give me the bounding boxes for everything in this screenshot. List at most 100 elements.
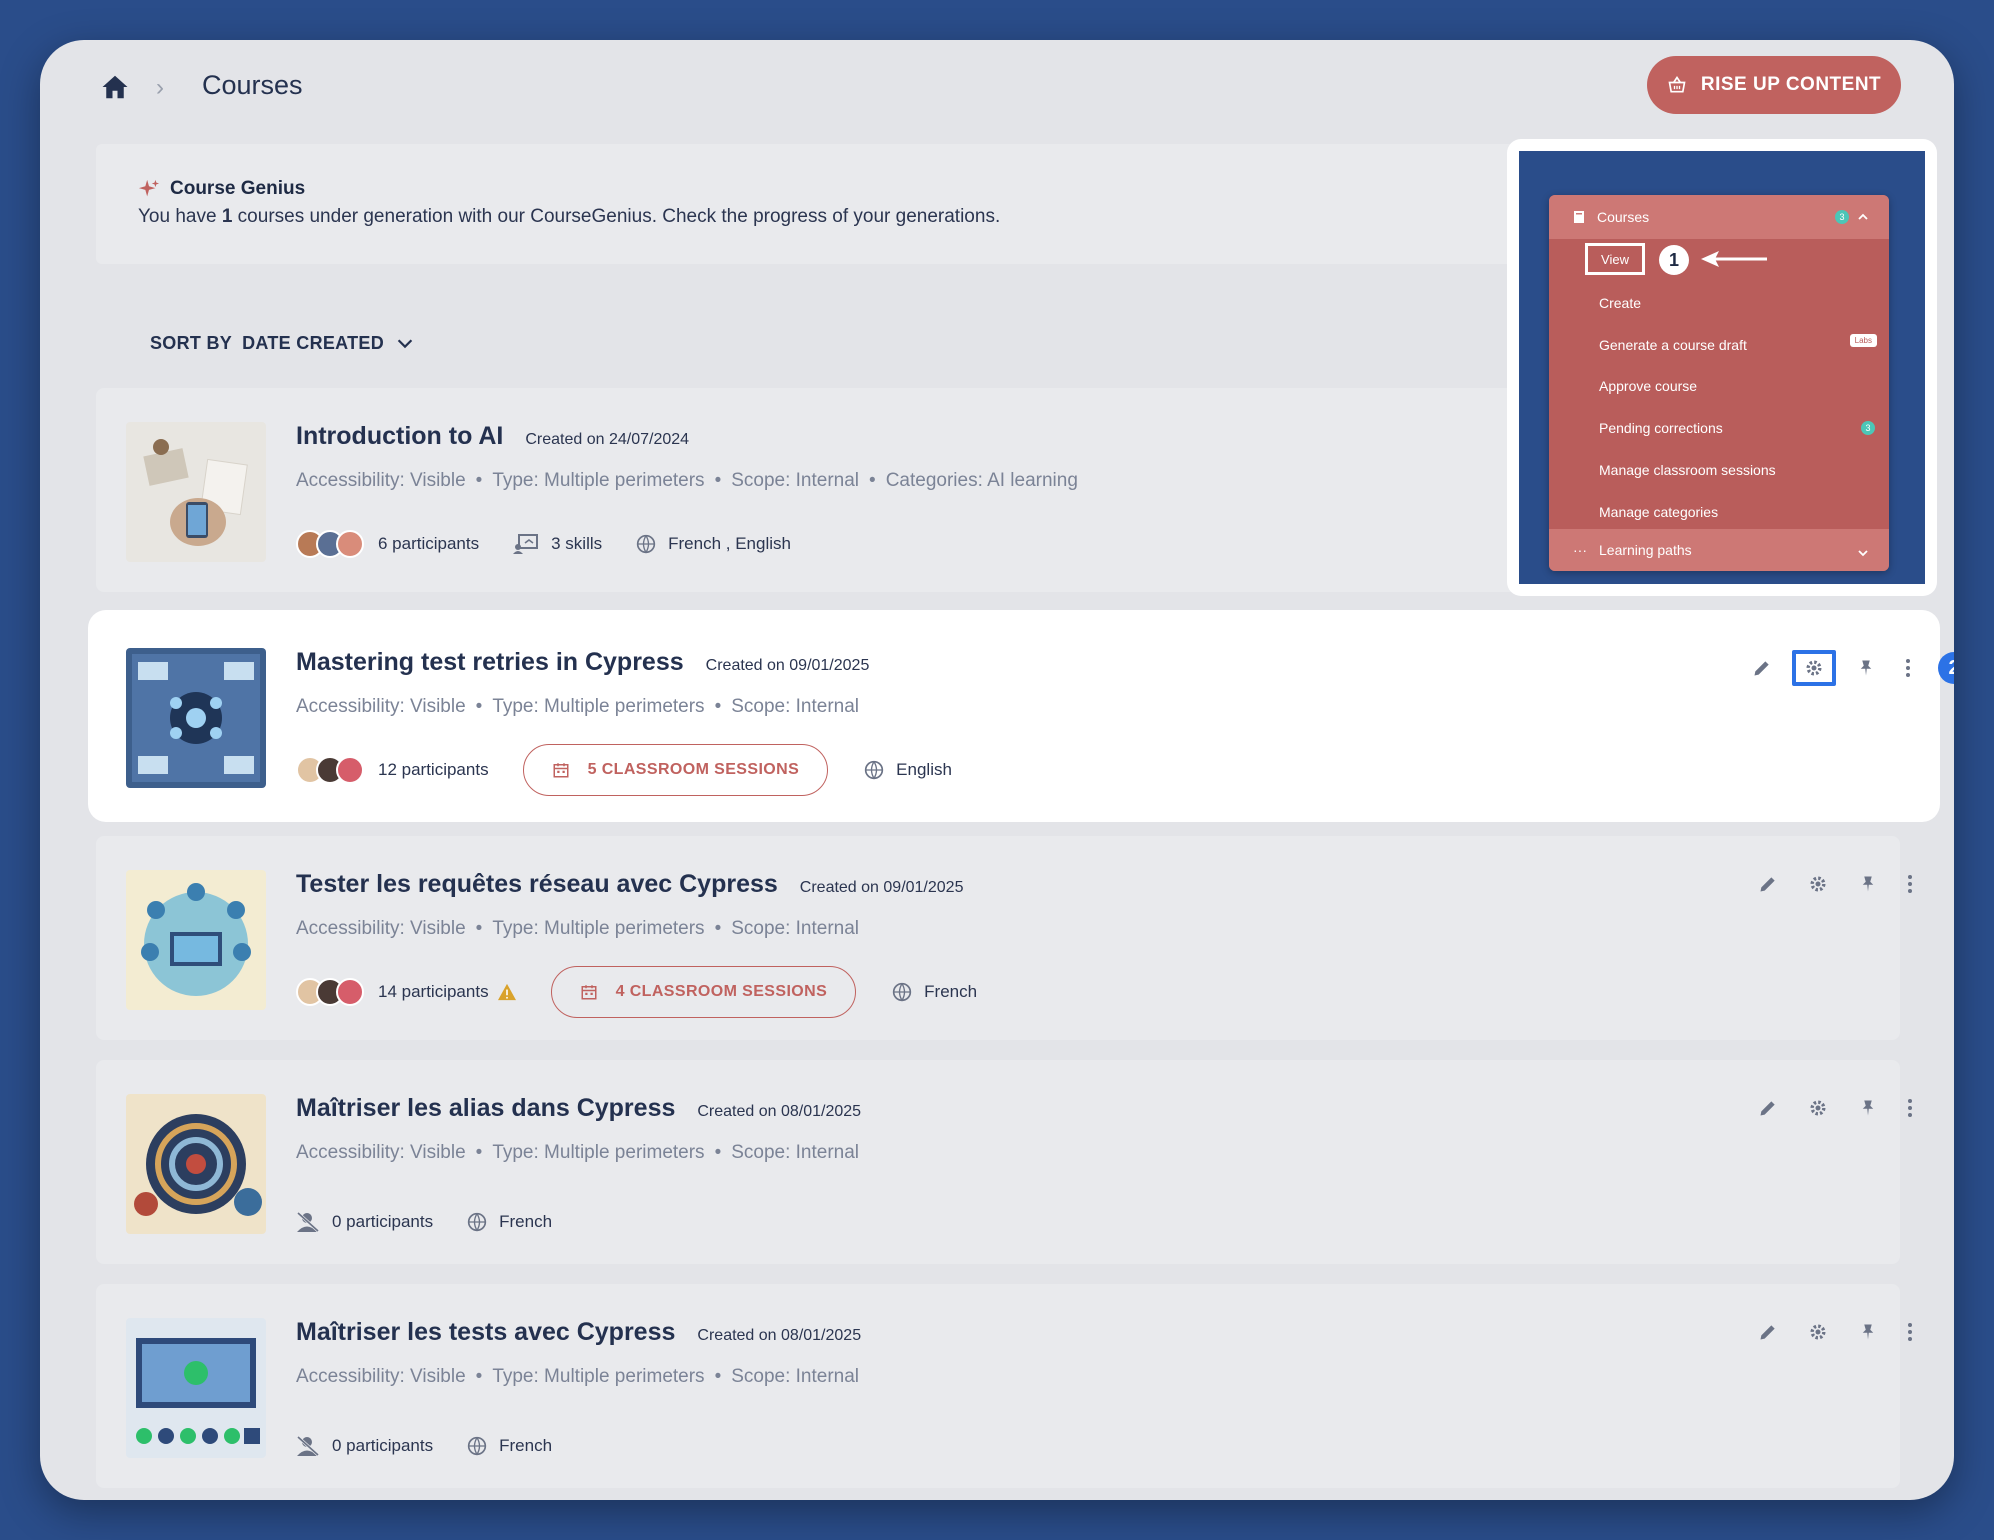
globe-icon xyxy=(636,534,656,554)
participants-count: 6 participants xyxy=(378,534,480,553)
course-thumbnail xyxy=(126,422,266,562)
menu-item-manage-sessions[interactable]: Manage classroom sessions xyxy=(1599,462,1776,478)
course-meta: Accessibility: Visible • Type: Multiple pe… xyxy=(296,918,860,939)
course-title[interactable]: Maîtriser les alias dans Cypress xyxy=(296,1094,675,1123)
app-frame: › Courses RISE UP CONTENT Course Genius … xyxy=(40,40,1954,1500)
participant-avatars xyxy=(296,978,364,1006)
course-card[interactable]: Maîtriser les alias dans Cypress Created… xyxy=(96,1060,1912,1264)
step-2-marker: 2 xyxy=(1938,652,1954,684)
calendar-icon xyxy=(581,985,597,1000)
course-genius-title: Course Genius xyxy=(170,178,306,199)
classroom-sessions-label: 5 CLASSROOM SESSIONS xyxy=(587,761,800,778)
classroom-sessions-button[interactable]: 4 CLASSROOM SESSIONS xyxy=(550,966,857,1018)
more-vertical-icon[interactable] xyxy=(1898,1096,1922,1120)
menu-item-create[interactable]: Create xyxy=(1599,295,1641,311)
course-title[interactable]: Introduction to AI xyxy=(296,422,503,451)
course-thumbnail xyxy=(126,1318,266,1458)
course-title[interactable]: Mastering test retries in Cypress xyxy=(296,648,684,677)
course-card[interactable]: Maîtriser les tests avec Cypress Created… xyxy=(96,1284,1912,1488)
pin-icon[interactable] xyxy=(1856,872,1880,896)
classroom-sessions-label: 4 CLASSROOM SESSIONS xyxy=(615,983,828,1000)
course-meta: Accessibility: Visible • Type: Multiple pe… xyxy=(296,1142,860,1163)
course-languages: French xyxy=(499,1436,553,1455)
course-date: Created on 09/01/2025 xyxy=(799,879,964,896)
book-icon xyxy=(1574,211,1584,223)
menu-callout: Courses 3 View 1 Create Generate a cours… xyxy=(1507,139,1937,596)
globe-icon xyxy=(467,1436,487,1456)
course-thumbnail xyxy=(126,648,266,788)
menu-item-learning-paths[interactable]: ··· Learning paths xyxy=(1549,529,1889,571)
course-meta: Accessibility: Visible • Type: Multiple pe… xyxy=(296,470,1078,491)
course-date: Created on 08/01/2025 xyxy=(697,1103,862,1120)
more-vertical-icon[interactable] xyxy=(1898,872,1922,896)
course-date: Created on 08/01/2025 xyxy=(697,1327,862,1344)
course-card[interactable]: Mastering test retries in Cypress Create… xyxy=(92,614,1954,818)
course-title[interactable]: Maîtriser les tests avec Cypress xyxy=(296,1318,675,1347)
calendar-icon xyxy=(553,763,569,778)
globe-icon xyxy=(467,1212,487,1232)
more-vertical-icon[interactable] xyxy=(1896,656,1920,680)
course-thumbnail xyxy=(126,870,266,1010)
course-meta: Accessibility: Visible • Type: Multiple pe… xyxy=(296,1366,860,1387)
chevron-down-icon xyxy=(397,339,413,349)
edit-icon[interactable] xyxy=(1750,656,1774,680)
course-actions: 2 xyxy=(1750,650,1954,686)
menu-item-pending-corrections[interactable]: Pending corrections xyxy=(1599,420,1723,436)
settings-gear-icon[interactable] xyxy=(1792,650,1836,686)
skills-icon xyxy=(513,534,539,554)
settings-gear-icon[interactable] xyxy=(1806,1320,1830,1344)
pin-icon[interactable] xyxy=(1856,1320,1880,1344)
no-participants-icon xyxy=(296,1435,320,1457)
menu-item-approve[interactable]: Approve course xyxy=(1599,378,1697,394)
course-languages: French , English xyxy=(668,534,791,553)
edit-icon[interactable] xyxy=(1756,1096,1780,1120)
course-languages: French xyxy=(924,982,978,1001)
skills-count: 3 skills xyxy=(551,534,603,553)
globe-icon xyxy=(865,760,884,780)
course-genius-text: You have 1 courses under generation with… xyxy=(138,206,1001,227)
classroom-sessions-button[interactable]: 5 CLASSROOM SESSIONS xyxy=(522,744,829,796)
pin-icon[interactable] xyxy=(1856,1096,1880,1120)
step-1-marker: 1 xyxy=(1659,245,1689,275)
settings-gear-icon[interactable] xyxy=(1806,1096,1830,1120)
courses-menu: Courses 3 View 1 Create Generate a cours… xyxy=(1549,195,1889,571)
sparkle-icon xyxy=(138,179,160,197)
rise-up-content-button[interactable]: RISE UP CONTENT xyxy=(1647,56,1901,114)
edit-icon[interactable] xyxy=(1756,1320,1780,1344)
arrow-left-icon xyxy=(1701,251,1767,267)
settings-gear-icon[interactable] xyxy=(1806,872,1830,896)
participant-avatars xyxy=(296,530,364,558)
menu-item-view[interactable]: View xyxy=(1585,243,1645,275)
sort-dropdown[interactable]: SORT BY DATE CREATED xyxy=(150,332,416,354)
more-vertical-icon[interactable] xyxy=(1898,1320,1922,1344)
course-date: Created on 09/01/2025 xyxy=(705,657,870,674)
menu-item-manage-categories[interactable]: Manage categories xyxy=(1599,504,1718,520)
sort-label: SORT BY xyxy=(150,332,233,353)
participants-count: 14 participants xyxy=(378,982,489,1001)
course-actions xyxy=(1756,1320,1922,1344)
dots-icon: ··· xyxy=(1573,542,1587,558)
edit-icon[interactable] xyxy=(1756,872,1780,896)
course-title[interactable]: Tester les requêtes réseau avec Cypress xyxy=(296,870,778,899)
pin-icon[interactable] xyxy=(1854,656,1878,680)
participants-count: 0 participants xyxy=(332,1436,434,1455)
warning-icon xyxy=(497,983,516,1001)
no-participants-icon xyxy=(296,1211,320,1233)
chevron-down-icon[interactable] xyxy=(1857,547,1869,559)
course-card[interactable]: Tester les requêtes réseau avec Cypress … xyxy=(96,836,1912,1040)
home-icon[interactable] xyxy=(100,72,130,102)
pending-badge: 3 xyxy=(1861,421,1875,435)
participant-avatars xyxy=(296,756,364,784)
participants-count: 12 participants xyxy=(378,760,489,779)
chevron-right-icon: › xyxy=(156,74,164,101)
menu-header-badge: 3 xyxy=(1835,210,1849,224)
rise-up-content-label: RISE UP CONTENT xyxy=(1700,74,1882,95)
course-thumbnail xyxy=(126,1094,266,1234)
basket-icon xyxy=(1668,75,1686,93)
menu-item-generate-draft[interactable]: Generate a course draft xyxy=(1599,337,1747,353)
labs-badge: Labs xyxy=(1849,334,1877,347)
course-meta: Accessibility: Visible • Type: Multiple pe… xyxy=(296,696,860,717)
page-title: Courses xyxy=(202,70,303,100)
chevron-up-icon[interactable] xyxy=(1857,211,1869,223)
course-actions xyxy=(1756,1096,1922,1120)
